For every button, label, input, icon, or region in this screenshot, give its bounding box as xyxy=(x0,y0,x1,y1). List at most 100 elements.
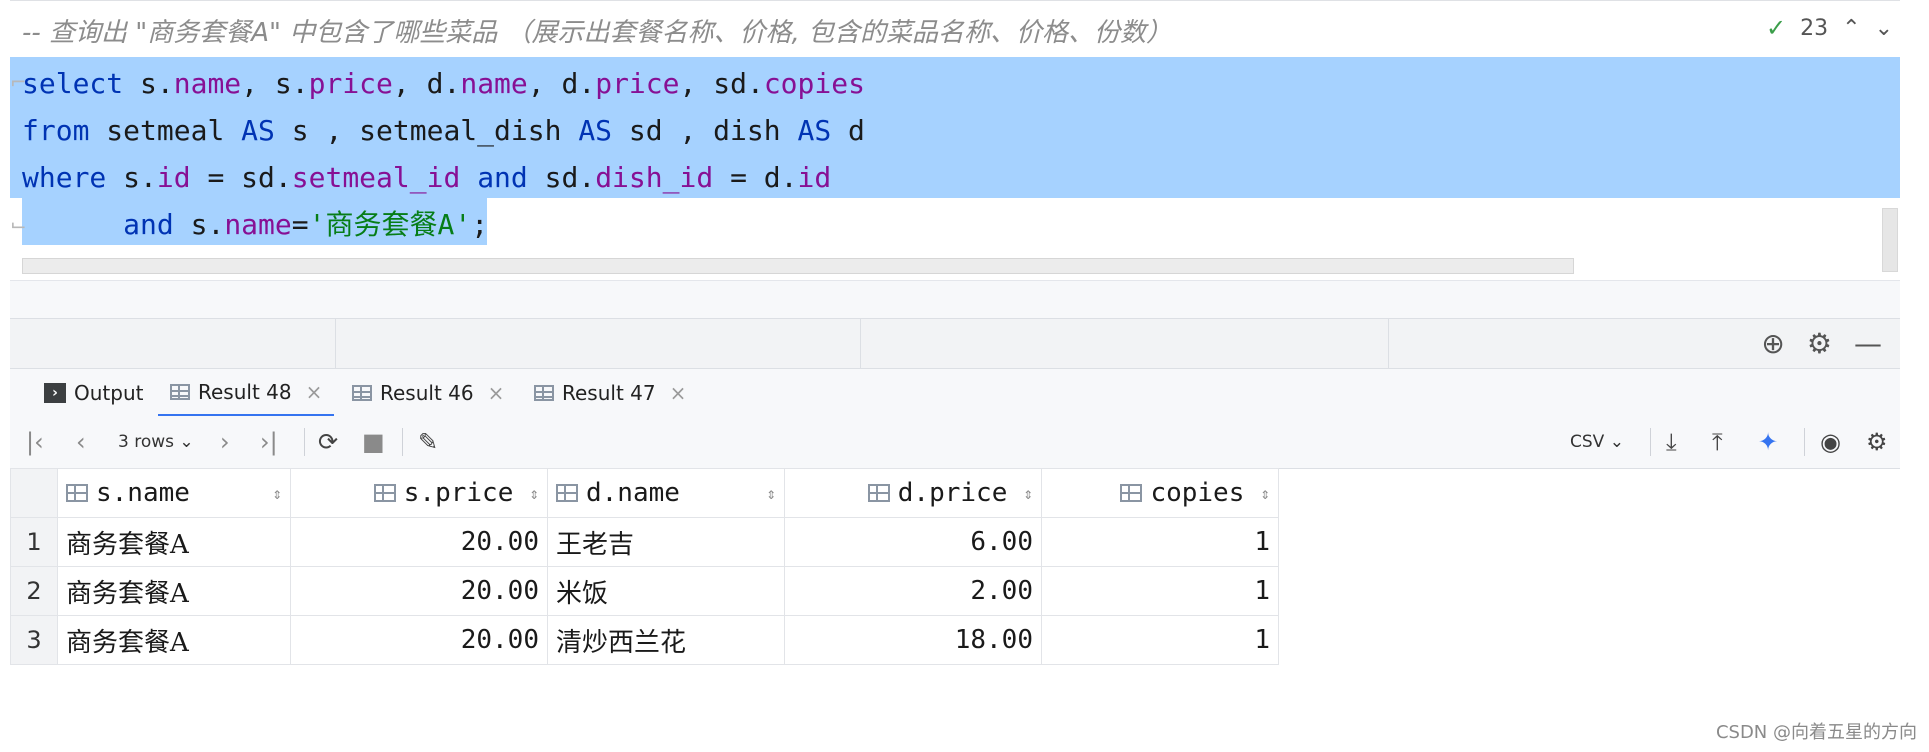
tab-result-47[interactable]: Result 47 × xyxy=(522,369,698,417)
rows-count-label: 3 rows xyxy=(118,432,174,452)
cell-s-name[interactable]: 商务套餐A xyxy=(57,615,291,665)
close-icon[interactable]: × xyxy=(306,368,323,416)
sql-comment: -- 查询出 "商务套餐A" 中包含了哪些菜品 （展示出套餐名称、价格, 包含的… xyxy=(22,18,1173,48)
tab-result-48[interactable]: Result 48 × xyxy=(158,368,335,417)
upload-icon[interactable]: ⤒ xyxy=(1712,416,1723,468)
column-icon xyxy=(556,484,578,502)
column-icon xyxy=(66,484,88,502)
cell-d-price[interactable]: 2.00 xyxy=(784,566,1042,616)
refresh-icon[interactable]: ⟳ xyxy=(318,416,338,468)
column-header-copies[interactable]: copies ⇕ xyxy=(1041,468,1279,518)
code-text: , d. xyxy=(392,67,461,100)
cell-s-name[interactable]: 商务套餐A xyxy=(57,566,291,616)
sort-icon[interactable]: ⇕ xyxy=(766,484,776,503)
sql-line-2: from setmeal AS s , setmeal_dish AS sd ,… xyxy=(22,107,865,154)
tab-result-46[interactable]: Result 46 × xyxy=(340,369,516,417)
cell-copies[interactable]: 1 xyxy=(1041,517,1279,567)
sql-line-4: and s.name='商务套餐A'; xyxy=(22,201,488,248)
column-icon xyxy=(373,484,396,502)
code-text: s. xyxy=(106,161,157,194)
code-text: = xyxy=(291,208,309,241)
gear-icon[interactable]: ⚙ xyxy=(1807,327,1832,360)
code-text: ; xyxy=(471,208,489,241)
export-format-dropdown[interactable]: CSV ⌄ xyxy=(1570,416,1624,468)
close-icon[interactable]: × xyxy=(488,369,505,417)
chevron-down-icon[interactable]: ⌄ xyxy=(1875,16,1893,41)
horizontal-scrollbar[interactable] xyxy=(22,258,1574,274)
column-header-s-name[interactable]: s.name ⇕ xyxy=(57,468,291,518)
cell-d-name[interactable]: 米饭 xyxy=(547,566,785,616)
sort-icon[interactable]: ⇕ xyxy=(272,484,282,503)
keyword: and xyxy=(123,208,174,241)
column-name: s.price xyxy=(403,478,514,508)
cell-s-price[interactable]: 20.00 xyxy=(290,517,548,567)
column-name: d.price xyxy=(897,478,1008,508)
header-row: s.name ⇕ s.price ⇕ d.name ⇕ d.price ⇕ copies… xyxy=(10,468,1279,518)
last-page-icon[interactable]: ›| xyxy=(260,416,278,468)
tab-label: Output xyxy=(74,381,144,405)
field: copies xyxy=(763,67,865,100)
keyword: where xyxy=(22,161,107,194)
first-page-icon[interactable]: |‹ xyxy=(26,416,44,468)
pin-icon[interactable]: ✎ xyxy=(418,416,438,468)
cell-copies[interactable]: 1 xyxy=(1041,615,1279,665)
table-row[interactable]: 2 商务套餐A 20.00 米饭 2.00 1 xyxy=(10,566,1279,616)
field: id xyxy=(797,161,832,194)
cell-d-name[interactable]: 清炒西兰花 xyxy=(547,615,785,665)
column-icon xyxy=(867,484,890,502)
crosshair-icon[interactable]: ⊕ xyxy=(1761,327,1784,360)
output-icon: › xyxy=(44,383,66,403)
cell-d-name[interactable]: 王老吉 xyxy=(547,517,785,567)
tab-output[interactable]: › Output xyxy=(32,369,155,417)
cell-d-price[interactable]: 18.00 xyxy=(784,615,1042,665)
table-icon xyxy=(352,385,372,401)
result-toolbar: |‹ ‹ 3 rows ⌄ › ›| ⟳ ■ ✎ CSV ⌄ ⤓ ⤒ ✦ ◉ ⚙ xyxy=(10,416,1900,469)
tab-label: Result 46 xyxy=(380,381,474,405)
column-header-s-price[interactable]: s.price ⇕ xyxy=(290,468,548,518)
cell-s-price[interactable]: 20.00 xyxy=(290,615,548,665)
field: price xyxy=(308,67,393,100)
previous-page-icon[interactable]: ‹ xyxy=(76,416,86,468)
keyword: AS xyxy=(578,114,613,147)
rows-count-dropdown[interactable]: 3 rows ⌄ xyxy=(118,416,194,468)
cell-d-price[interactable]: 6.00 xyxy=(784,517,1042,567)
compare-icon[interactable]: ✦ xyxy=(1758,416,1778,468)
divider xyxy=(402,428,403,456)
divider xyxy=(1650,428,1651,456)
column-name: d.name xyxy=(586,478,680,508)
tab-label: Result 47 xyxy=(562,381,656,405)
row-number: 3 xyxy=(10,615,58,665)
minimize-icon[interactable]: — xyxy=(1854,327,1882,360)
next-page-icon[interactable]: › xyxy=(220,416,230,468)
field: name xyxy=(224,208,292,241)
stop-icon[interactable]: ■ xyxy=(362,416,385,468)
close-icon[interactable]: × xyxy=(670,369,687,417)
result-table: s.name ⇕ s.price ⇕ d.name ⇕ d.price ⇕ copies… xyxy=(10,468,1279,665)
gear-icon[interactable]: ⚙ xyxy=(1866,416,1888,468)
vertical-scrollbar[interactable] xyxy=(1882,208,1898,272)
column-icon xyxy=(1120,484,1143,502)
editor-bottom-strip xyxy=(10,280,1900,319)
inspection-widget[interactable]: ✓ 23 ⌃ ⌄ xyxy=(1766,14,1893,42)
sort-icon[interactable]: ⇕ xyxy=(529,484,539,503)
chevron-up-icon[interactable]: ⌃ xyxy=(1842,16,1860,41)
row-number-header xyxy=(10,468,58,518)
code-text: d xyxy=(831,114,865,147)
export-format-label: CSV xyxy=(1570,432,1605,452)
column-header-d-name[interactable]: d.name ⇕ xyxy=(547,468,785,518)
field: name xyxy=(460,67,528,100)
sort-icon[interactable]: ⇕ xyxy=(1023,484,1033,503)
code-text: setmeal xyxy=(89,114,242,147)
column-header-d-price[interactable]: d.price ⇕ xyxy=(784,468,1042,518)
cell-s-price[interactable]: 20.00 xyxy=(290,566,548,616)
cell-s-name[interactable]: 商务套餐A xyxy=(57,517,291,567)
eye-icon[interactable]: ◉ xyxy=(1820,416,1841,468)
sort-icon[interactable]: ⇕ xyxy=(1260,484,1270,503)
result-tabs: › Output Result 48 × Result 46 × Result … xyxy=(10,368,1900,418)
divider xyxy=(304,428,305,456)
cell-copies[interactable]: 1 xyxy=(1041,566,1279,616)
table-row[interactable]: 1 商务套餐A 20.00 王老吉 6.00 1 xyxy=(10,517,1279,567)
download-icon[interactable]: ⤓ xyxy=(1666,416,1677,468)
table-row[interactable]: 3 商务套餐A 20.00 清炒西兰花 18.00 1 xyxy=(10,615,1279,665)
